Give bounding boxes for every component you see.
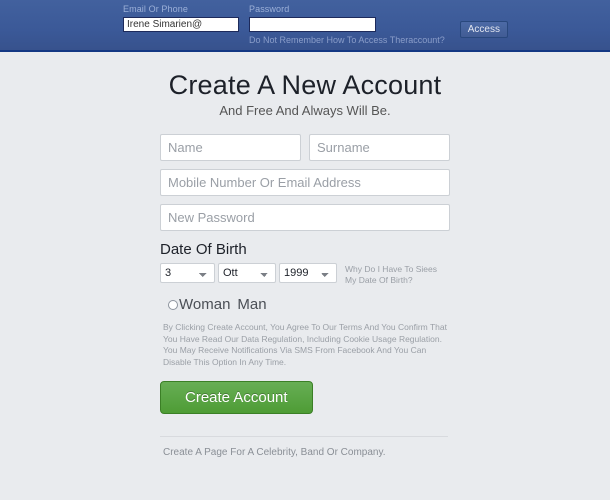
access-button[interactable]: Access (459, 21, 508, 38)
email-label: Email Or Phone (123, 4, 188, 14)
mobile-or-email-input[interactable] (160, 169, 450, 196)
email-field-group: Email Or Phone (123, 4, 239, 32)
cta-wrapper: Create Account (160, 381, 450, 414)
contact-row (160, 169, 450, 196)
page-title: Create A New Account (168, 70, 442, 100)
top-navigation-bar: Email Or Phone Password Do Not Remember … (0, 0, 610, 52)
login-form: Email Or Phone Password Do Not Remember … (123, 4, 508, 46)
forgot-password-link[interactable]: Do Not Remember How To Access Theraccoun… (249, 35, 445, 46)
new-password-input[interactable] (160, 204, 450, 231)
surname-input[interactable] (309, 134, 450, 161)
new-password-row (160, 204, 450, 231)
gender-woman-radio[interactable] (168, 299, 178, 310)
why-birthday-link[interactable]: Why Do I Have To Siees My Date Of Birth? (345, 264, 450, 286)
name-row (160, 134, 450, 161)
gender-row: Woman Man (160, 296, 450, 313)
birth-year-select[interactable]: 1999 (279, 263, 337, 283)
section-divider (160, 436, 448, 437)
date-of-birth-row: 3 Ott 1999 Why Do I Have To Siees My Dat… (160, 263, 450, 286)
email-or-phone-input[interactable] (123, 17, 239, 32)
terms-disclaimer: By Clicking Create Account, You Agree To… (163, 322, 447, 367)
birth-day-select[interactable]: 3 (160, 263, 215, 283)
password-field-group: Password Do Not Remember How To Access T… (249, 4, 445, 46)
gender-woman-label[interactable]: Woman (179, 296, 230, 313)
date-of-birth-heading: Date Of Birth (160, 241, 247, 258)
birth-month-select[interactable]: Ott (218, 263, 276, 283)
signup-page: Create A New Account And Free And Always… (0, 52, 610, 459)
password-label: Password (249, 4, 290, 14)
signup-form: Date Of Birth 3 Ott 1999 Why Do I Have T… (160, 134, 450, 459)
password-input[interactable] (249, 17, 376, 32)
gender-man-label[interactable]: Man (237, 296, 266, 313)
create-account-button[interactable]: Create Account (160, 381, 313, 414)
first-name-input[interactable] (160, 134, 301, 161)
page-subtitle: And Free And Always Will Be. (219, 103, 391, 118)
create-page-link[interactable]: Create A Page For A Celebrity, Band Or C… (160, 446, 443, 459)
